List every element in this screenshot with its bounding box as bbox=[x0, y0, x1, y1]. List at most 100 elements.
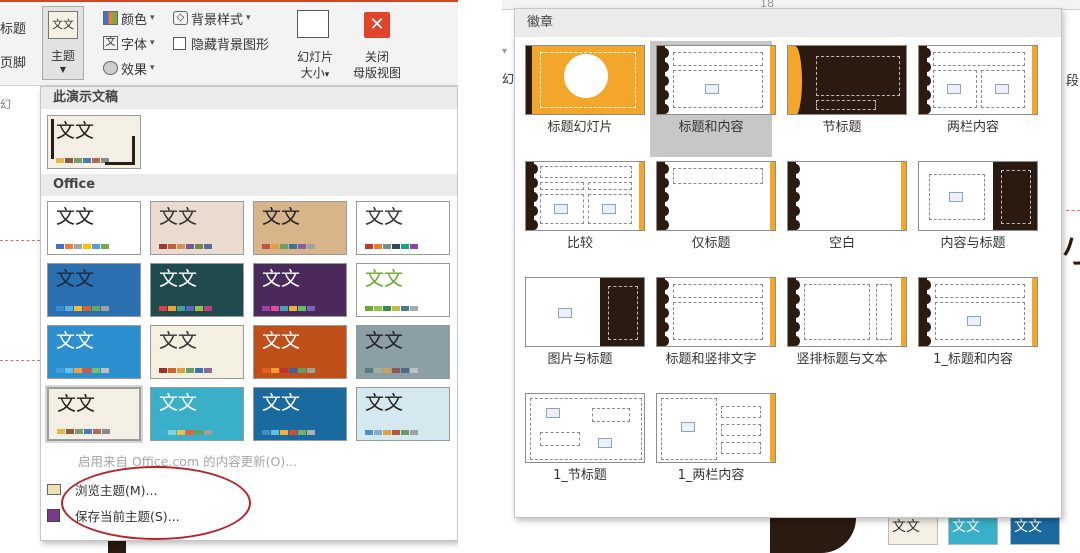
theme-swatches bbox=[56, 306, 109, 311]
scallop bbox=[530, 220, 538, 230]
close-icon: ✕ bbox=[364, 12, 390, 38]
scallop bbox=[923, 294, 931, 304]
layout-option[interactable]: 图片与标题 bbox=[519, 273, 645, 389]
scallop bbox=[661, 322, 669, 332]
office-theme-thumb[interactable]: 文文 bbox=[150, 387, 244, 441]
checkbox-icon bbox=[173, 36, 186, 50]
layout-option[interactable]: 标题和竖排文字 bbox=[650, 273, 776, 389]
chevron-down-icon: ▾ bbox=[150, 63, 155, 73]
scallop bbox=[530, 178, 538, 188]
theme-thumb-text: 文文 bbox=[56, 120, 95, 142]
layout-option[interactable]: 竖排标题与文本 bbox=[781, 273, 907, 389]
office-theme-thumb[interactable]: 文文 bbox=[356, 201, 450, 255]
office-theme-thumb[interactable]: 文文 bbox=[47, 201, 141, 255]
layout-option[interactable]: 内容与标题 bbox=[912, 157, 1038, 273]
section-office: Office bbox=[41, 174, 457, 196]
effects-dropdown[interactable]: 效果 ▾ bbox=[103, 58, 155, 78]
scallop bbox=[923, 90, 931, 100]
office-theme-thumb[interactable]: 文文 bbox=[150, 201, 244, 255]
layout-option[interactable]: 标题和内容 bbox=[650, 41, 776, 157]
slide-size-label-2-text: 大小 bbox=[300, 66, 325, 80]
layout-option[interactable]: 1_两栏内容 bbox=[650, 389, 776, 505]
gold-strip bbox=[1032, 278, 1037, 346]
theme-thumb-text: 文文 bbox=[365, 392, 404, 414]
background-side-label: 段 bbox=[1066, 74, 1080, 89]
effects-icon bbox=[103, 61, 118, 75]
theme-swatches bbox=[56, 158, 109, 163]
office-theme-thumb[interactable]: 文文 bbox=[253, 201, 347, 255]
ribbon-edge-label-title[interactable]: 标题 bbox=[0, 18, 26, 37]
office-theme-thumb[interactable]: 文文 bbox=[253, 387, 347, 441]
layout-thumb bbox=[656, 393, 776, 463]
office-theme-thumb[interactable]: 文文 bbox=[47, 387, 141, 441]
slide-guide-line bbox=[1066, 210, 1080, 211]
layout-option[interactable]: 节标题 bbox=[781, 41, 907, 157]
colors-dropdown[interactable]: 颜色 ▾ bbox=[103, 8, 155, 28]
office-theme-thumb[interactable]: 文文 bbox=[150, 263, 244, 317]
layout-option[interactable]: 仅标题 bbox=[650, 157, 776, 273]
placeholder-box bbox=[592, 408, 630, 422]
theme-swatches bbox=[159, 244, 212, 249]
save-icon bbox=[45, 507, 63, 523]
scallop bbox=[661, 76, 669, 86]
ribbon-edge-label-footer[interactable]: 页脚 bbox=[0, 52, 26, 71]
ribbon-edge-label-slide: 幻 bbox=[0, 98, 11, 111]
slide-size-button[interactable]: 幻灯片 大小▾ bbox=[289, 6, 341, 80]
layout-thumb bbox=[525, 161, 645, 231]
gold-strip bbox=[770, 394, 775, 462]
image-placeholder-icon bbox=[705, 84, 719, 94]
office-theme-thumb[interactable]: 文文 bbox=[253, 263, 347, 317]
chevron-down-icon: ▾ bbox=[150, 38, 155, 48]
office-theme-thumb[interactable]: 文文 bbox=[47, 325, 141, 379]
theme-button[interactable]: 文文 主题 ▼ bbox=[42, 6, 84, 80]
scallop bbox=[661, 308, 669, 318]
gold-strip bbox=[901, 162, 906, 230]
scallop bbox=[792, 206, 800, 216]
office-theme-thumb[interactable]: 文文 bbox=[253, 325, 347, 379]
theme-thumb-text: 文文 bbox=[262, 330, 301, 352]
current-theme-thumb[interactable]: 文文 bbox=[47, 115, 141, 169]
layout-label: 1_两栏内容 bbox=[677, 468, 745, 483]
image-placeholder-icon bbox=[947, 84, 961, 94]
theme-border-decoration bbox=[51, 119, 54, 159]
theme-thumb-text: 文文 bbox=[56, 206, 95, 228]
image-placeholder-icon bbox=[967, 316, 981, 326]
office-theme-thumb[interactable]: 文文 bbox=[150, 325, 244, 379]
layout-thumb bbox=[787, 161, 907, 231]
folder-icon bbox=[45, 481, 63, 497]
theme-button-label: 主题 bbox=[50, 49, 75, 63]
office-theme-thumb[interactable]: 文文 bbox=[356, 325, 450, 379]
office-theme-thumb[interactable]: 文文 bbox=[356, 263, 450, 317]
theme-swatches bbox=[365, 244, 418, 249]
close-master-view-button[interactable]: ✕ 关闭 母版视图 bbox=[346, 6, 408, 80]
layout-option[interactable]: 空白 bbox=[781, 157, 907, 273]
layout-option[interactable]: 1_标题和内容 bbox=[912, 273, 1038, 389]
layout-option[interactable]: 比较 bbox=[519, 157, 645, 273]
bg-style-dropdown[interactable]: ◇ 背景样式 ▾ bbox=[173, 8, 251, 28]
theme-thumb-text: 文文 bbox=[365, 206, 404, 228]
fonts-dropdown[interactable]: 文 字体 ▾ bbox=[103, 33, 155, 53]
layout-option[interactable]: 标题幻灯片 bbox=[519, 41, 645, 157]
gold-strip bbox=[770, 278, 775, 346]
layout-option[interactable]: 1_节标题 bbox=[519, 389, 645, 505]
close-master-label-2: 母版视图 bbox=[352, 66, 401, 80]
scallop bbox=[661, 178, 669, 188]
office-theme-thumb[interactable]: 文文 bbox=[47, 263, 141, 317]
placeholder-box bbox=[673, 284, 763, 298]
scallop bbox=[661, 48, 669, 58]
colors-label: 颜色 bbox=[121, 12, 148, 28]
theme-swatches bbox=[262, 430, 315, 435]
font-icon: 文 bbox=[103, 36, 118, 50]
office-theme-thumb[interactable]: 文文 bbox=[356, 387, 450, 441]
hide-bg-checkbox[interactable]: 隐藏背景图形 bbox=[173, 33, 269, 53]
placeholder-box bbox=[933, 52, 1025, 66]
layout-option[interactable]: 两栏内容 bbox=[912, 41, 1038, 157]
theme-thumb-text: 文文 bbox=[159, 330, 198, 352]
theme-swatches bbox=[159, 368, 212, 373]
paint-bucket-icon: ◇ bbox=[173, 11, 188, 25]
layout-gallery-title: 徽章 bbox=[515, 9, 1061, 37]
scallop bbox=[923, 48, 931, 58]
layout-thumb bbox=[525, 393, 645, 463]
theme-thumb-text: 文文 bbox=[262, 392, 301, 414]
layout-label: 竖排标题与文本 bbox=[796, 352, 888, 367]
